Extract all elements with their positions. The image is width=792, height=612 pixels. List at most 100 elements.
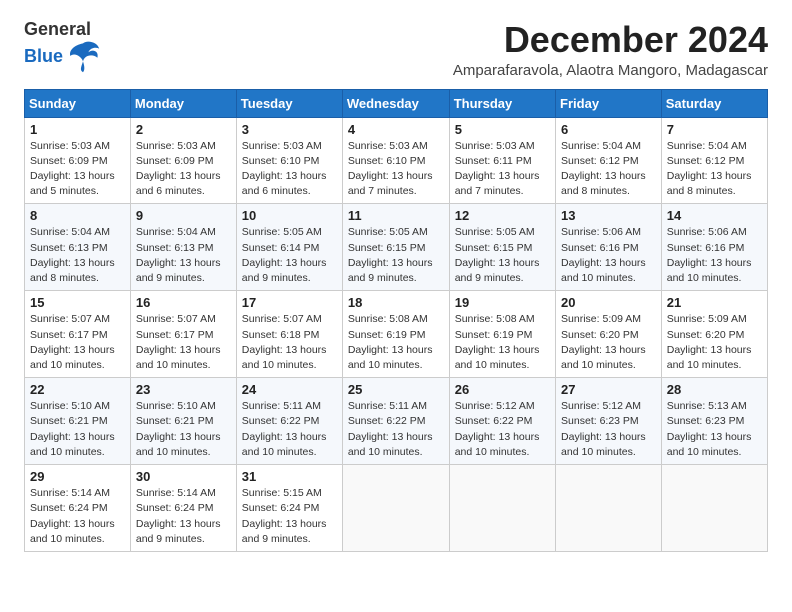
- day-info: Sunrise: 5:12 AMSunset: 6:22 PMDaylight:…: [455, 399, 550, 460]
- logo-bird-icon: [65, 38, 101, 74]
- day-number: 27: [561, 382, 656, 397]
- day-info: Sunrise: 5:05 AMSunset: 6:14 PMDaylight:…: [242, 225, 337, 286]
- calendar-cell: 23 Sunrise: 5:10 AMSunset: 6:21 PMDayligh…: [130, 378, 236, 465]
- day-number: 30: [136, 469, 231, 484]
- day-info: Sunrise: 5:08 AMSunset: 6:19 PMDaylight:…: [455, 312, 550, 373]
- day-number: 23: [136, 382, 231, 397]
- day-info: Sunrise: 5:07 AMSunset: 6:17 PMDaylight:…: [30, 312, 125, 373]
- calendar-cell: 5 Sunrise: 5:03 AMSunset: 6:11 PMDaylight…: [449, 117, 555, 204]
- day-number: 17: [242, 295, 337, 310]
- calendar-cell: 1 Sunrise: 5:03 AMSunset: 6:09 PMDaylight…: [25, 117, 131, 204]
- day-info: Sunrise: 5:03 AMSunset: 6:09 PMDaylight:…: [30, 139, 125, 200]
- day-header-thursday: Thursday: [449, 89, 555, 117]
- day-info: Sunrise: 5:03 AMSunset: 6:11 PMDaylight:…: [455, 139, 550, 200]
- calendar-cell: [449, 465, 555, 552]
- calendar-cell: 27 Sunrise: 5:12 AMSunset: 6:23 PMDayligh…: [556, 378, 662, 465]
- calendar-cell: 11 Sunrise: 5:05 AMSunset: 6:15 PMDayligh…: [342, 204, 449, 291]
- day-header-sunday: Sunday: [25, 89, 131, 117]
- day-number: 12: [455, 208, 550, 223]
- day-header-monday: Monday: [130, 89, 236, 117]
- day-info: Sunrise: 5:05 AMSunset: 6:15 PMDaylight:…: [348, 225, 444, 286]
- logo-blue-text: Blue: [24, 47, 63, 65]
- calendar-cell: 14 Sunrise: 5:06 AMSunset: 6:16 PMDayligh…: [661, 204, 767, 291]
- day-info: Sunrise: 5:12 AMSunset: 6:23 PMDaylight:…: [561, 399, 656, 460]
- calendar-cell: 28 Sunrise: 5:13 AMSunset: 6:23 PMDayligh…: [661, 378, 767, 465]
- calendar-table: SundayMondayTuesdayWednesdayThursdayFrid…: [24, 89, 768, 552]
- day-info: Sunrise: 5:08 AMSunset: 6:19 PMDaylight:…: [348, 312, 444, 373]
- day-info: Sunrise: 5:11 AMSunset: 6:22 PMDaylight:…: [348, 399, 444, 460]
- day-info: Sunrise: 5:06 AMSunset: 6:16 PMDaylight:…: [667, 225, 762, 286]
- day-info: Sunrise: 5:14 AMSunset: 6:24 PMDaylight:…: [136, 486, 231, 547]
- day-number: 25: [348, 382, 444, 397]
- day-number: 3: [242, 122, 337, 137]
- day-info: Sunrise: 5:04 AMSunset: 6:12 PMDaylight:…: [667, 139, 762, 200]
- day-info: Sunrise: 5:09 AMSunset: 6:20 PMDaylight:…: [667, 312, 762, 373]
- day-number: 14: [667, 208, 762, 223]
- day-number: 26: [455, 382, 550, 397]
- calendar-cell: 25 Sunrise: 5:11 AMSunset: 6:22 PMDayligh…: [342, 378, 449, 465]
- day-info: Sunrise: 5:10 AMSunset: 6:21 PMDaylight:…: [136, 399, 231, 460]
- page-header: General Blue December 2024 Amparafaravol…: [24, 20, 768, 79]
- day-info: Sunrise: 5:07 AMSunset: 6:18 PMDaylight:…: [242, 312, 337, 373]
- day-number: 19: [455, 295, 550, 310]
- day-number: 20: [561, 295, 656, 310]
- day-number: 29: [30, 469, 125, 484]
- day-info: Sunrise: 5:03 AMSunset: 6:10 PMDaylight:…: [242, 139, 337, 200]
- calendar-cell: 21 Sunrise: 5:09 AMSunset: 6:20 PMDayligh…: [661, 291, 767, 378]
- calendar-cell: 6 Sunrise: 5:04 AMSunset: 6:12 PMDaylight…: [556, 117, 662, 204]
- day-info: Sunrise: 5:15 AMSunset: 6:24 PMDaylight:…: [242, 486, 337, 547]
- calendar-cell: 16 Sunrise: 5:07 AMSunset: 6:17 PMDayligh…: [130, 291, 236, 378]
- calendar-cell: 29 Sunrise: 5:14 AMSunset: 6:24 PMDayligh…: [25, 465, 131, 552]
- day-number: 8: [30, 208, 125, 223]
- calendar-cell: 18Sunrise: 5:08 AMSunset: 6:19 PMDayligh…: [342, 291, 449, 378]
- logo: General Blue: [24, 20, 101, 74]
- day-number: 10: [242, 208, 337, 223]
- day-number: 4: [348, 122, 444, 137]
- day-info: Sunrise: 5:06 AMSunset: 6:16 PMDaylight:…: [561, 225, 656, 286]
- day-number: 2: [136, 122, 231, 137]
- day-header-wednesday: Wednesday: [342, 89, 449, 117]
- day-number: 21: [667, 295, 762, 310]
- day-number: 24: [242, 382, 337, 397]
- day-number: 28: [667, 382, 762, 397]
- day-number: 6: [561, 122, 656, 137]
- day-info: Sunrise: 5:04 AMSunset: 6:13 PMDaylight:…: [136, 225, 231, 286]
- calendar-cell: 13 Sunrise: 5:06 AMSunset: 6:16 PMDayligh…: [556, 204, 662, 291]
- calendar-cell: 19 Sunrise: 5:08 AMSunset: 6:19 PMDayligh…: [449, 291, 555, 378]
- day-info: Sunrise: 5:04 AMSunset: 6:12 PMDaylight:…: [561, 139, 656, 200]
- calendar-cell: 9 Sunrise: 5:04 AMSunset: 6:13 PMDaylight…: [130, 204, 236, 291]
- logo-general-text: General: [24, 20, 101, 38]
- day-number: 5: [455, 122, 550, 137]
- calendar-cell: 20 Sunrise: 5:09 AMSunset: 6:20 PMDayligh…: [556, 291, 662, 378]
- day-number: 16: [136, 295, 231, 310]
- day-info: Sunrise: 5:04 AMSunset: 6:13 PMDaylight:…: [30, 225, 125, 286]
- day-number: 13: [561, 208, 656, 223]
- day-number: 1: [30, 122, 125, 137]
- calendar-cell: 3 Sunrise: 5:03 AMSunset: 6:10 PMDaylight…: [236, 117, 342, 204]
- calendar-cell: 17 Sunrise: 5:07 AMSunset: 6:18 PMDayligh…: [236, 291, 342, 378]
- calendar-cell: 10 Sunrise: 5:05 AMSunset: 6:14 PMDayligh…: [236, 204, 342, 291]
- day-info: Sunrise: 5:14 AMSunset: 6:24 PMDaylight:…: [30, 486, 125, 547]
- day-info: Sunrise: 5:10 AMSunset: 6:21 PMDaylight:…: [30, 399, 125, 460]
- title-block: December 2024 Amparafaravola, Alaotra Ma…: [453, 20, 768, 79]
- day-number: 15: [30, 295, 125, 310]
- calendar-cell: 26 Sunrise: 5:12 AMSunset: 6:22 PMDayligh…: [449, 378, 555, 465]
- calendar-cell: 8 Sunrise: 5:04 AMSunset: 6:13 PMDaylight…: [25, 204, 131, 291]
- calendar-cell: [556, 465, 662, 552]
- day-info: Sunrise: 5:11 AMSunset: 6:22 PMDaylight:…: [242, 399, 337, 460]
- calendar-cell: 7 Sunrise: 5:04 AMSunset: 6:12 PMDaylight…: [661, 117, 767, 204]
- day-number: 31: [242, 469, 337, 484]
- calendar-cell: 15 Sunrise: 5:07 AMSunset: 6:17 PMDayligh…: [25, 291, 131, 378]
- main-title: December 2024: [453, 20, 768, 60]
- calendar-cell: 4Sunrise: 5:03 AMSunset: 6:10 PMDaylight…: [342, 117, 449, 204]
- day-info: Sunrise: 5:13 AMSunset: 6:23 PMDaylight:…: [667, 399, 762, 460]
- day-info: Sunrise: 5:07 AMSunset: 6:17 PMDaylight:…: [136, 312, 231, 373]
- day-info: Sunrise: 5:05 AMSunset: 6:15 PMDaylight:…: [455, 225, 550, 286]
- day-info: Sunrise: 5:09 AMSunset: 6:20 PMDaylight:…: [561, 312, 656, 373]
- subtitle: Amparafaravola, Alaotra Mangoro, Madagas…: [453, 62, 768, 79]
- day-number: 9: [136, 208, 231, 223]
- day-header-saturday: Saturday: [661, 89, 767, 117]
- day-number: 7: [667, 122, 762, 137]
- calendar-cell: 2Sunrise: 5:03 AMSunset: 6:09 PMDaylight…: [130, 117, 236, 204]
- day-number: 11: [348, 208, 444, 223]
